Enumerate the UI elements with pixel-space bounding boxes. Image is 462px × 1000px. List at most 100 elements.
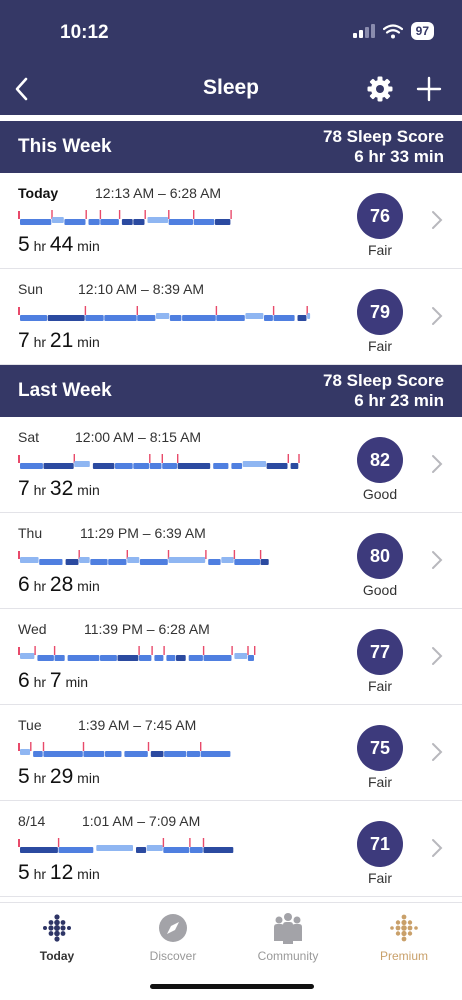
awake-marker	[205, 550, 207, 559]
entry-time-range: 12:10 AM – 8:39 AM	[78, 281, 205, 297]
awake-marker	[168, 210, 170, 219]
sleep-stage-segment	[67, 655, 100, 661]
tab-label: Discover	[149, 949, 197, 963]
sleep-entry[interactable]: Sat 12:00 AM – 8:15 AM 7 hr 32 min 82 Go…	[0, 417, 462, 513]
sleep-score-rating: Fair	[367, 678, 393, 694]
awake-marker	[144, 210, 146, 219]
duration-hours: 6	[18, 573, 30, 596]
entry-duration: 5 hr 12 min	[18, 861, 100, 885]
sleep-stage-segment	[168, 219, 193, 225]
awake-marker	[230, 210, 232, 219]
sleep-score-badge: 82	[357, 437, 403, 483]
duration-minutes: 28	[49, 573, 74, 596]
sleep-stage-segment	[146, 845, 163, 851]
awake-marker	[147, 742, 150, 751]
awake-marker	[18, 307, 20, 315]
sleep-stage-segment	[234, 653, 248, 659]
awake-marker	[161, 454, 163, 463]
tab-discover[interactable]: Discover	[123, 911, 223, 963]
sleep-entry[interactable]: 8/14 1:01 AM – 7:09 AM 5 hr 12 min 71 Fa…	[0, 801, 462, 897]
entry-time-range: 11:29 PM – 6:39 AM	[80, 525, 206, 541]
entry-day: Sat	[18, 429, 40, 445]
fitbit-dots-icon	[43, 914, 71, 942]
minutes-unit: min	[77, 482, 100, 498]
sleep-stage-segment	[139, 559, 168, 565]
hours-unit: hr	[33, 674, 47, 690]
sleep-stage-segment	[108, 559, 127, 565]
sleep-stage-segment	[64, 219, 86, 225]
sleep-score-rating: Fair	[367, 774, 393, 790]
sleep-entry[interactable]: Tue 1:39 AM – 7:45 AM 5 hr 29 min 75 Fai…	[0, 705, 462, 801]
awake-marker	[34, 646, 36, 655]
sleep-stage-segment	[100, 219, 119, 225]
tab-today[interactable]: Today	[7, 911, 107, 963]
sleep-stage-segment	[43, 751, 83, 757]
entry-duration: 5 hr 29 min	[18, 765, 100, 789]
minutes-unit: min	[77, 334, 100, 350]
sleep-stage-segment	[168, 557, 206, 563]
awake-marker	[18, 743, 20, 751]
chevron-right-icon	[432, 455, 443, 473]
sleep-stage-bar	[18, 838, 234, 853]
chevron-right-icon	[432, 211, 443, 229]
sleep-stage-segment	[214, 219, 231, 225]
tab-community[interactable]: Community	[238, 911, 338, 963]
duration-hours: 6	[18, 669, 30, 692]
sleep-stage-segment	[20, 463, 43, 469]
sleep-stage-segment	[133, 219, 145, 225]
sleep-stage-segment	[176, 655, 186, 661]
chevron-right-icon	[432, 839, 443, 857]
awake-marker	[151, 646, 153, 655]
community-icon	[274, 913, 302, 944]
status-icons: 97	[352, 22, 434, 40]
sleep-stage-segment	[245, 313, 264, 319]
awake-marker	[99, 210, 102, 219]
sleep-stage-segment	[20, 749, 31, 755]
sleep-stage-segment	[213, 463, 229, 469]
awake-marker	[162, 838, 165, 847]
awake-marker	[18, 551, 20, 559]
entry-day: Wed	[18, 621, 47, 637]
awake-marker	[18, 839, 20, 847]
tab-label: Today	[39, 949, 75, 963]
duration-hours: 7	[18, 329, 30, 352]
status-time: 10:12	[60, 22, 109, 43]
awake-marker	[82, 742, 85, 751]
sleep-stage-segment	[33, 751, 43, 757]
sleep-entry[interactable]: Wed 11:39 PM – 6:28 AM 6 hr 7 min 77 Fai…	[0, 609, 462, 705]
awake-marker	[118, 210, 121, 219]
sleep-stage-segment	[182, 315, 216, 321]
sleep-entry[interactable]: Sun 12:10 AM – 8:39 AM 7 hr 21 min 79 Fa…	[0, 269, 462, 365]
wifi-icon	[382, 23, 403, 38]
entry-duration: 7 hr 32 min	[18, 477, 100, 501]
sleep-entry[interactable]: Thu 11:29 PM – 6:39 AM 6 hr 28 min 80 Go…	[0, 513, 462, 609]
tab-premium[interactable]: Premium	[354, 911, 454, 963]
sleep-stage-segment	[79, 557, 90, 563]
sleep-stage-segment	[150, 751, 164, 757]
sleep-stage-segment	[290, 463, 299, 469]
hours-unit: hr	[33, 334, 47, 350]
sleep-score-rating: Fair	[367, 242, 393, 258]
plus-icon[interactable]	[415, 75, 443, 103]
hours-unit: hr	[33, 578, 47, 594]
sleep-score-rating: Good	[362, 486, 398, 502]
awake-marker	[30, 742, 32, 751]
compass-icon	[159, 914, 187, 942]
entry-day: Sun	[18, 281, 43, 297]
hours-unit: hr	[33, 238, 47, 254]
awake-marker	[18, 211, 20, 219]
awake-marker	[298, 454, 300, 463]
minutes-unit: min	[77, 238, 100, 254]
sleep-stage-segment	[83, 751, 105, 757]
sleep-stage-bar	[18, 646, 256, 661]
sleep-stage-segment	[162, 463, 177, 469]
premium-dots-icon	[390, 914, 418, 942]
sleep-entry[interactable]: Today 12:13 AM – 6:28 AM 5 hr 44 min 76 …	[0, 173, 462, 269]
sleep-score-rating: Fair	[367, 338, 393, 354]
sleep-stage-segment	[139, 655, 152, 661]
sleep-stage-segment	[203, 655, 232, 661]
sleep-stage-segment	[47, 315, 85, 321]
awake-marker	[42, 742, 45, 751]
section-header-last-week: Last Week 78 Sleep Score 6 hr 23 min	[0, 365, 462, 417]
gear-icon[interactable]	[366, 75, 394, 103]
